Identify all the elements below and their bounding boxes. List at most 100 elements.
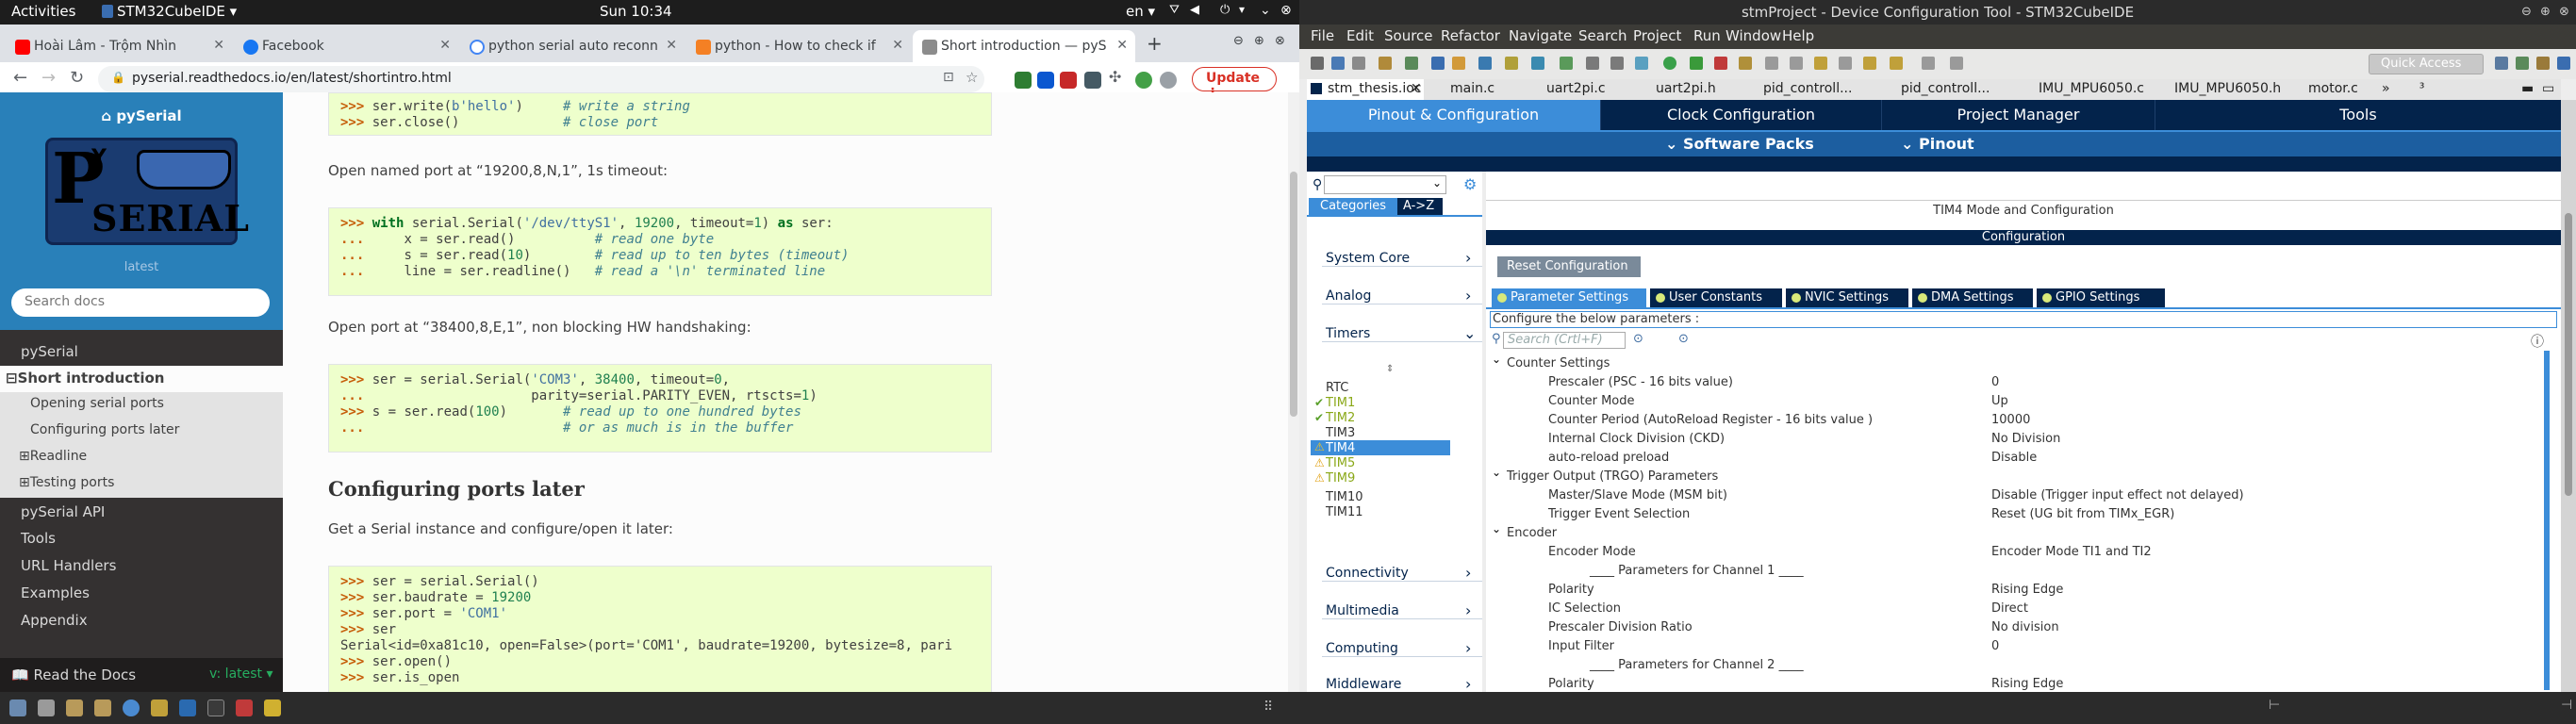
chrome-icon[interactable] [123,699,140,716]
tool-icon[interactable] [1586,57,1599,70]
chevron-right-icon[interactable]: › [1465,601,1471,619]
timer-tim4-selected[interactable]: ⚠ TIM4 [1311,440,1450,455]
category-middleware[interactable]: Middleware [1326,677,1401,692]
star-icon[interactable]: ☆ [966,69,978,86]
param-search-input[interactable]: Search (Crtl+F) [1503,332,1626,349]
param-value[interactable]: Reset (UG bit from TIMx_EGR) [1991,507,2174,521]
extension-icon[interactable] [1015,72,1032,89]
tool-icon[interactable] [1505,57,1518,70]
close-icon[interactable]: ✕ [666,38,677,53]
minimize-icon[interactable]: ⊖ [1233,34,1244,48]
timer-tim3[interactable]: TIM3 [1326,426,1355,440]
minimize-icon[interactable]: ▬ [2521,81,2534,96]
back-icon[interactable] [1863,57,1876,70]
folder-icon[interactable] [66,699,83,716]
category-connectivity[interactable]: Connectivity [1326,566,1409,581]
category-multimedia[interactable]: Multimedia [1326,603,1399,618]
chevron-down-icon[interactable]: ⌄ [1432,176,1442,189]
menu-project[interactable]: Project [1633,27,1681,44]
perspective-icon[interactable] [2536,57,2550,70]
tool-icon[interactable] [1478,57,1492,70]
pyserial-logo[interactable]: P Y SERIAL [45,138,249,245]
expand-icon[interactable]: ⊙ [1678,332,1689,346]
tab-user-constants[interactable]: User Constants [1650,288,1782,307]
tab-pinout-configuration[interactable]: Pinout & Configuration [1307,100,1601,130]
timer-tim1[interactable]: TIM1 [1326,396,1355,410]
tab-tools[interactable]: Tools [2155,100,2561,130]
scrollbar-thumb[interactable] [2544,351,2550,690]
sort-icon[interactable]: ⇕ [1386,364,1394,374]
build-icon[interactable] [1379,57,1392,70]
window-menu-icon[interactable]: ⌄ [1260,3,1271,18]
param-value[interactable]: Rising Edge [1991,583,2063,597]
new-tab-button[interactable]: + [1147,32,1163,55]
param-value[interactable]: Disable [1991,451,2037,465]
language-indicator[interactable]: en ▾ [1126,3,1155,20]
files-icon[interactable] [38,699,55,716]
maximize-icon[interactable]: ⊕ [2540,5,2551,19]
app-menu[interactable]: STM32CubeIDE ▾ [117,3,237,20]
param-value[interactable]: Encoder Mode TI1 and TI2 [1991,545,2152,559]
menu-source[interactable]: Source [1384,27,1433,44]
nav-examples[interactable]: Examples [0,581,283,607]
menu-file[interactable]: File [1311,27,1334,44]
param-value[interactable]: Rising Edge [1991,677,2063,691]
extension-icon[interactable] [1084,72,1101,89]
chevron-down-icon[interactable]: ⌄ [1492,353,1501,366]
run-icon[interactable] [1663,57,1676,70]
tab-facebook[interactable]: Facebook ✕ [234,30,458,62]
tab-gpio-settings[interactable]: GPIO Settings [2037,288,2165,307]
param-scrollbar[interactable] [2544,351,2550,690]
close-icon[interactable]: ✕ [1116,38,1128,53]
debug-icon[interactable] [1690,57,1703,70]
param-value[interactable]: Up [1991,394,2008,408]
category-computing[interactable]: Computing [1326,641,1398,656]
menu-run[interactable]: Run [1693,27,1721,44]
volume-icon[interactable]: ◀ [1190,3,1199,17]
tool-icon[interactable] [1405,57,1418,70]
tab-hoai-lam[interactable]: Hoài Lâm - Trộm Nhìn ✕ [6,30,232,62]
maximize-icon[interactable]: ⊕ [1254,34,1264,48]
tool-icon[interactable] [1922,57,1935,70]
scrollbar-thumb[interactable] [1290,172,1297,417]
stop-icon[interactable] [1714,57,1727,70]
param-value[interactable]: No Division [1991,432,2060,446]
url-field[interactable]: 🔒 pyserial.readthedocs.io/en/latest/short… [98,66,984,92]
chevron-right-icon[interactable]: › [1465,564,1471,582]
tool-icon[interactable] [1950,57,1963,70]
editor-tab-pid-h[interactable]: pid_controll... [1901,81,1990,96]
software-packs-menu[interactable]: ⌄ Software Packs [1665,135,1814,153]
editor-tab-imu-c[interactable]: IMU_MPU6050.c [2039,81,2144,96]
param-value[interactable]: No division [1991,620,2059,634]
rtd-version-footer[interactable]: 📖 Read the Docs v: latest ▾ [0,658,283,692]
translate-icon[interactable]: ⊡ [943,70,954,85]
scrollbar-thumb[interactable] [2565,213,2572,496]
nav-appendix[interactable]: Appendix [0,608,283,634]
param-value[interactable]: Disable (Trigger input effect not delaye… [1991,488,2244,502]
tool-icon[interactable] [1531,57,1544,70]
tab-clock-configuration[interactable]: Clock Configuration [1601,100,1882,130]
timer-tim9[interactable]: TIM9 [1326,471,1355,485]
nav-readline[interactable]: ⊞Readline [0,445,283,471]
ide-side-scroll[interactable] [2561,100,2576,692]
menu-refactor[interactable]: Refactor [1441,27,1500,44]
tool-icon[interactable] [1765,57,1778,70]
extension-icon[interactable] [1037,72,1054,89]
categories-tab[interactable]: Categories [1309,198,1397,215]
reset-configuration-button[interactable]: Reset Configuration [1497,256,1641,277]
editor-tab-uart2pi-h[interactable]: uart2pi.h [1656,81,1716,96]
app-launcher-icon[interactable] [9,699,26,716]
tab-dma-settings[interactable]: DMA Settings [1912,288,2033,307]
chevron-right-icon[interactable]: › [1465,249,1471,267]
back-arrow-icon[interactable]: ← [13,68,27,88]
chevron-right-icon[interactable]: › [1465,287,1471,304]
workspace-icon[interactable]: ⊢ [2269,698,2280,713]
tab-parameter-settings[interactable]: Parameter Settings [1492,288,1646,307]
close-window-icon[interactable]: ⊗ [2559,5,2569,19]
save-all-icon[interactable] [1352,57,1365,70]
tool-icon[interactable] [1635,57,1648,70]
tab-stackoverflow[interactable]: python - How to check if ✕ [686,30,911,62]
info-icon[interactable]: ⓘ [2531,332,2544,351]
nav-tools[interactable]: Tools [0,526,283,552]
tab-python-serial[interactable]: python serial auto reconn ✕ [460,30,685,62]
